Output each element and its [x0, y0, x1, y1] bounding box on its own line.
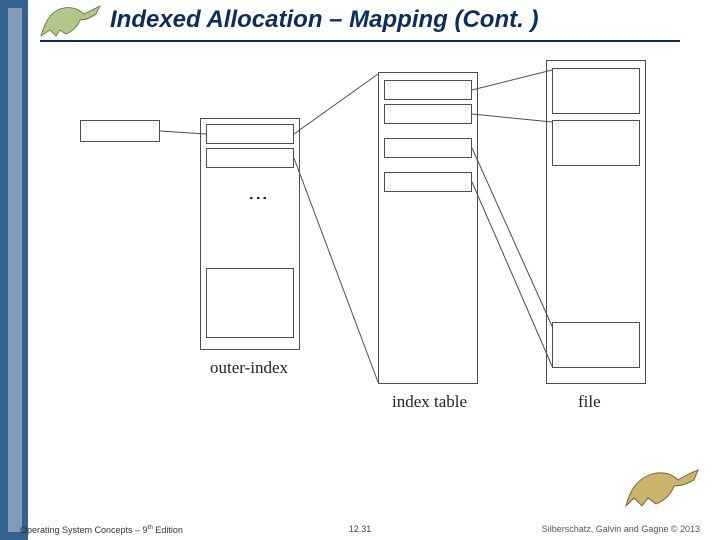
footer-left-suffix: Edition — [153, 525, 183, 535]
slide-title-underline — [40, 40, 680, 42]
slide-title-row: Indexed Allocation – Mapping (Cont. ) — [40, 6, 700, 34]
slide-title: Indexed Allocation – Mapping (Cont. ) — [110, 6, 700, 34]
footer-page-number: 12.31 — [349, 524, 372, 534]
footer-left: Operating System Concepts – 9th Edition — [20, 524, 183, 535]
footer-right: Silberschatz, Galvin and Gagne © 2013 — [542, 524, 700, 534]
dinosaur-icon — [622, 462, 700, 510]
slide-footer: Operating System Concepts – 9th Edition … — [0, 518, 720, 540]
footer-left-prefix: Operating System Concepts – 9 — [20, 525, 148, 535]
slide-accent-stripe-inner — [8, 8, 22, 532]
diagram-connectors — [50, 60, 690, 480]
slide-accent-stripe — [0, 0, 28, 540]
diagram-canvas: ⋮ outer-index index table file — [50, 60, 690, 480]
